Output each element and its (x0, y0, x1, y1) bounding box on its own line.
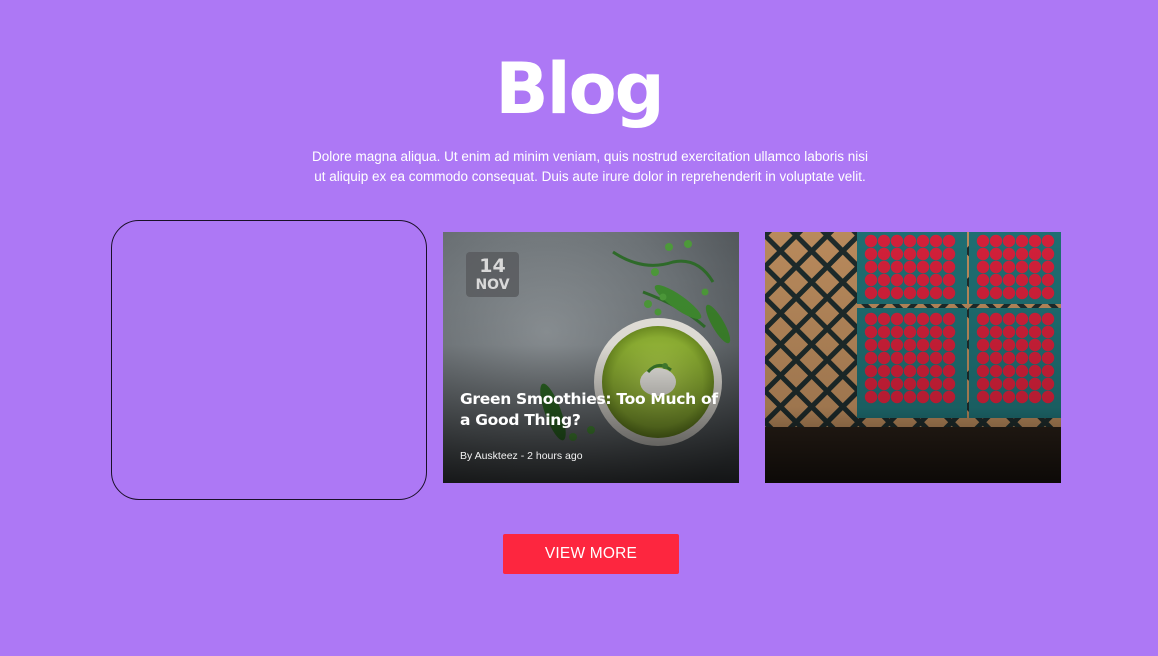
date-month: NOV (475, 277, 510, 293)
blog-card-raspberries[interactable] (765, 232, 1061, 483)
date-day: 14 (479, 255, 506, 277)
post-meta: By Auskteez - 2 hours ago (460, 450, 583, 462)
blog-card-green-smoothies[interactable]: 14 NOV Green Smoothies: Too Much of a Go… (443, 232, 739, 483)
section-intro: Dolore magna aliqua. Ut enim ad minim ve… (311, 149, 868, 184)
empty-card-outline (111, 220, 427, 500)
date-badge: 14 NOV (466, 252, 519, 297)
view-more-button[interactable]: VIEW MORE (503, 534, 679, 574)
blog-section: Blog Dolore magna aliqua. Ut enim ad min… (0, 0, 1158, 656)
raspberries-image (765, 232, 1061, 483)
post-title[interactable]: Green Smoothies: Too Much of a Good Thin… (460, 389, 725, 431)
section-title: Blog (495, 48, 665, 130)
